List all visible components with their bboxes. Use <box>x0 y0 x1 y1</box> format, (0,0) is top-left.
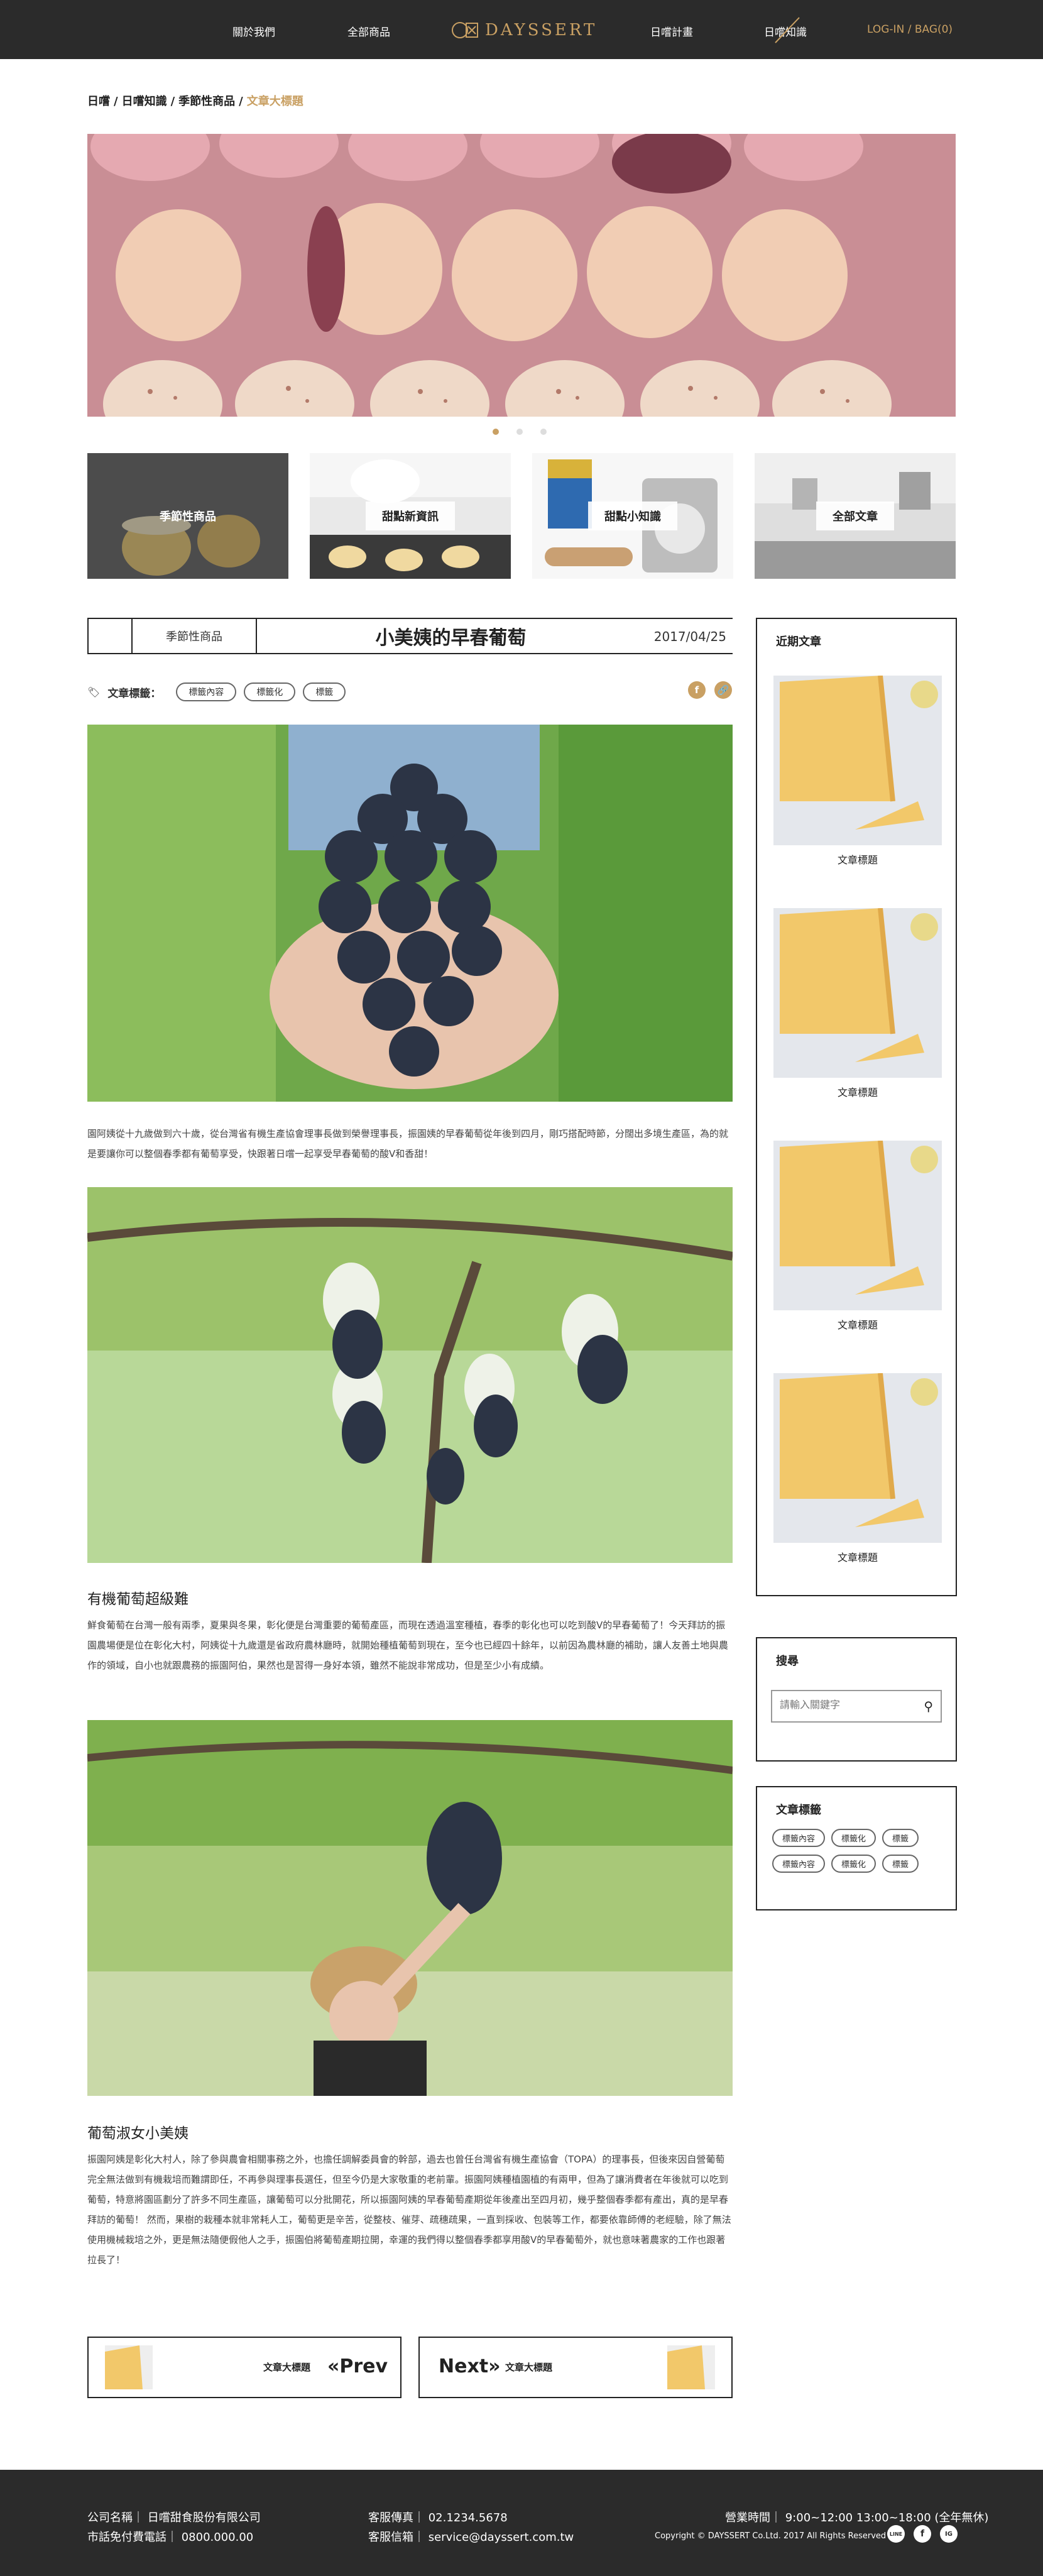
article-photo-picking <box>87 1720 733 2096</box>
login-bag-link[interactable]: LOG-IN / BAG(0) <box>867 23 953 36</box>
breadcrumb-knowledge[interactable]: 日嚐知識 <box>122 95 167 108</box>
search-field[interactable]: ⚲ <box>771 1690 942 1723</box>
article-tags: 🏷 文章標籤： 標籤內容 標籤化 標籤 <box>87 682 346 701</box>
tag-pill[interactable]: 標籤 <box>882 1829 919 1847</box>
tag-pill[interactable]: 標籤內容 <box>772 1855 826 1873</box>
article-date: 2017/04/25 <box>653 629 726 644</box>
link-share-icon[interactable]: 🔗 <box>714 681 732 699</box>
carousel-dot-2[interactable] <box>516 429 523 435</box>
footer-fax: 客服傳真｜ 02.1234.5678 <box>368 2511 508 2524</box>
category-tile-label: 全部文章 <box>816 501 894 530</box>
tag-pill[interactable]: 標籤化 <box>831 1855 876 1873</box>
article-title: 小美姨的早春葡萄 <box>375 627 527 649</box>
instagram-icon[interactable]: IG <box>940 2525 958 2543</box>
line-icon[interactable]: LINE <box>887 2525 905 2543</box>
sidebar-recent-title: 近期文章 <box>776 635 821 649</box>
sidebar-search-title: 搜尋 <box>776 1655 799 1668</box>
article-paragraph-3: 振園阿姨是彰化大村人，除了參與農會相關事務之外，也擔任調解委員會的幹部，過去也曾… <box>87 2154 731 2266</box>
recent-article-thumb[interactable] <box>773 908 942 1078</box>
tag-pill[interactable]: 標籤化 <box>831 1829 876 1847</box>
facebook-share-icon[interactable]: f <box>688 681 706 699</box>
nav-plan[interactable]: 日嚐計畫 <box>650 23 693 39</box>
tag-icon: 🏷 <box>87 686 101 698</box>
prev-article-card[interactable]: 文章大標題 «Prev <box>87 2337 401 2398</box>
nav-about[interactable]: 關於我們 <box>232 23 275 39</box>
category-tile-label: 甜點新資訊 <box>366 501 455 530</box>
article-photo-grapes <box>87 725 733 1102</box>
active-nav-slash-icon <box>775 17 800 43</box>
search-icon[interactable]: ⚲ <box>924 1699 933 1714</box>
breadcrumb-seasonal[interactable]: 季節性商品 <box>178 95 235 108</box>
search-input[interactable] <box>780 1699 912 1711</box>
recent-article-thumb[interactable] <box>773 1141 942 1310</box>
article-header: 季節性商品 小美姨的早春葡萄 2017/04/25 <box>87 618 733 654</box>
article-paragraph-2: 鮮食葡萄在台灣一般有兩季，夏果與冬果，彰化便是台灣重要的葡萄產區，而現在透過溫室… <box>87 1620 729 1671</box>
brand-logo[interactable]: DAYSSERT <box>451 18 596 43</box>
facebook-icon[interactable]: f <box>914 2525 931 2543</box>
nav-all-products[interactable]: 全部商品 <box>347 23 390 39</box>
tag-pill[interactable]: 標籤 <box>882 1855 919 1873</box>
footer: 公司名稱｜ 日嚐甜食股份有限公司 市話免付費電話｜ 0800.000.00 客服… <box>0 2470 1043 2576</box>
breadcrumb-home[interactable]: 日嚐 <box>87 95 110 108</box>
breadcrumb: 日嚐 / 日嚐知識 / 季節性商品 / 文章大標題 <box>87 95 303 108</box>
prev-label: «Prev <box>327 2355 388 2377</box>
logo-text: DAYSSERT <box>485 21 598 40</box>
sidebar-tags: 文章標籤 標籤內容 標籤化 標籤 標籤內容 標籤化 標籤 <box>756 1786 957 1910</box>
prev-thumb <box>105 2345 153 2389</box>
category-tile-label: 甜點小知識 <box>588 501 677 530</box>
carousel-dot-1[interactable] <box>493 429 499 435</box>
sidebar-tag-list: 標籤內容 標籤化 標籤 標籤內容 標籤化 標籤 <box>772 1829 948 1873</box>
carousel-dot-3[interactable] <box>540 429 547 435</box>
sidebar-recent-articles: 近期文章 文章標題 文章標題 文章標題 文章標題 <box>756 618 957 1596</box>
category-tile-all[interactable]: 全部文章 <box>755 453 956 579</box>
category-tile-tips[interactable]: 甜點小知識 <box>532 453 733 579</box>
footer-copyright: Copyright © DAYSSERT Co.Ltd. 2017 All Ri… <box>655 2531 887 2541</box>
tag-pill[interactable]: 標籤內容 <box>772 1829 826 1847</box>
next-title: 文章大標題 <box>505 2362 553 2373</box>
sidebar-search: 搜尋 ⚲ <box>756 1637 957 1762</box>
recent-article-title[interactable]: 文章標題 <box>773 1317 942 1332</box>
breadcrumb-current: 文章大標題 <box>246 95 303 108</box>
recent-article-title[interactable]: 文章標題 <box>773 852 942 867</box>
recent-article-thumb[interactable] <box>773 1373 942 1543</box>
prev-title: 文章大標題 <box>263 2362 311 2373</box>
tag-pill[interactable]: 標籤化 <box>244 682 296 701</box>
next-article-card[interactable]: Next» 文章大標題 <box>418 2337 733 2398</box>
article-subhead-1: 有機葡萄超級難 <box>87 1591 188 1608</box>
recent-article-title[interactable]: 文章標題 <box>773 1549 942 1564</box>
article-category[interactable]: 季節性商品 <box>131 619 257 653</box>
recent-article-title[interactable]: 文章標題 <box>773 1084 942 1099</box>
footer-company: 公司名稱｜ 日嚐甜食股份有限公司 <box>87 2511 261 2524</box>
article-paragraph-1: 園阿姨從十九歲做到六十歲，從台灣省有機生產協會理事長做到榮譽理事長，振園姨的早春… <box>87 1128 729 1159</box>
top-navbar: 關於我們 全部商品 DAYSSERT 日嚐計畫 日嚐知識 LOG-IN / BA… <box>0 0 1043 59</box>
footer-tollfree: 市話免付費電話｜ 0800.000.00 <box>87 2531 254 2544</box>
carousel-dots <box>493 429 547 435</box>
article-subhead-2: 葡萄淑女小美姨 <box>87 2125 188 2142</box>
footer-hours: 營業時間｜ 9:00~12:00 13:00~18:00 (全年無休) <box>725 2511 989 2524</box>
divider <box>87 619 89 653</box>
category-tile-label: 季節性商品 <box>160 510 216 523</box>
recent-article-thumb[interactable] <box>773 676 942 845</box>
category-tile-seasonal[interactable]: 季節性商品 <box>87 453 288 579</box>
logo-mark-icon <box>451 18 479 43</box>
category-tile-news[interactable]: 甜點新資訊 <box>310 453 511 579</box>
footer-mail[interactable]: 客服信箱｜ service@dayssert.com.tw <box>368 2528 574 2545</box>
sidebar-tags-title: 文章標籤 <box>776 1804 821 1817</box>
hero-carousel-image[interactable] <box>87 134 956 417</box>
tag-pill[interactable]: 標籤內容 <box>176 682 237 701</box>
article-photo-vineyard <box>87 1187 733 1563</box>
tags-label: 文章標籤： <box>107 687 161 700</box>
next-thumb <box>667 2345 715 2389</box>
next-label: Next» <box>439 2355 501 2377</box>
tag-pill[interactable]: 標籤 <box>303 682 346 701</box>
